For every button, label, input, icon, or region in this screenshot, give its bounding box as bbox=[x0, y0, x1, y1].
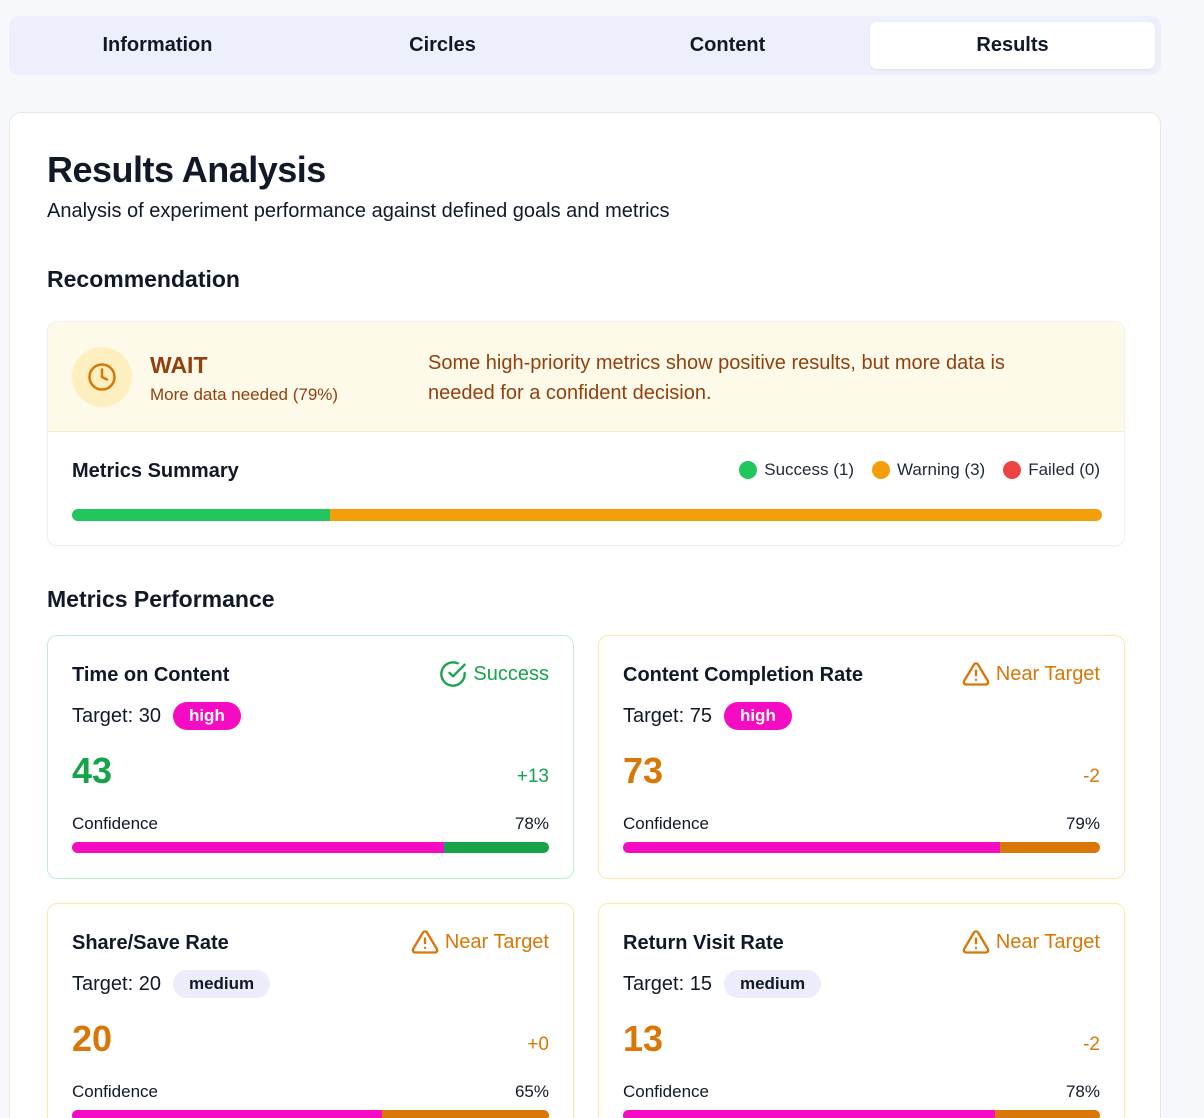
confidence-bar-rest bbox=[382, 1110, 549, 1118]
confidence-label: Confidence bbox=[623, 1082, 710, 1101]
recommendation-panel: WAIT More data needed (79%) Some high-pr… bbox=[47, 321, 1125, 546]
recommendation-message: Some high-priority metrics show positive… bbox=[428, 352, 1005, 404]
metric-target: Target: 20 medium bbox=[72, 970, 271, 998]
metric-status-label: Near Target bbox=[444, 930, 549, 953]
metric-card: Return Visit Rate Near Target Target: 15… bbox=[598, 903, 1125, 1118]
confidence-bar-rest bbox=[999, 842, 1100, 853]
metric-delta: +13 bbox=[516, 766, 549, 787]
metric-name: Return Visit Rate bbox=[623, 932, 784, 954]
metric-status: Success bbox=[439, 660, 549, 688]
confidence-label: Confidence bbox=[72, 1082, 159, 1101]
metric-status-label: Near Target bbox=[995, 662, 1100, 685]
metric-status: Near Target bbox=[962, 660, 1100, 688]
results-card: Results Analysis Analysis of experiment … bbox=[9, 112, 1161, 1118]
success-dot-icon bbox=[739, 461, 758, 479]
page-title: Results Analysis bbox=[47, 149, 326, 190]
metric-target-label: Target: 15 bbox=[623, 972, 712, 995]
confidence-bar bbox=[72, 842, 549, 853]
confidence-value: 79% bbox=[1065, 814, 1100, 833]
priority-badge: medium bbox=[723, 970, 822, 998]
warning-triangle-icon bbox=[962, 930, 990, 954]
confidence-value: 78% bbox=[1065, 1082, 1100, 1101]
confidence-bar-fill bbox=[623, 842, 1000, 853]
metrics-summary-bar bbox=[72, 509, 1102, 521]
confidence-label: Confidence bbox=[623, 814, 710, 833]
metric-value: 20 bbox=[72, 1018, 113, 1059]
confidence-bar-fill bbox=[72, 1110, 383, 1118]
priority-badge: medium bbox=[172, 970, 271, 998]
recommendation-heading: Recommendation bbox=[47, 266, 240, 292]
metric-status-label: Success bbox=[473, 662, 549, 685]
confidence-bar-fill bbox=[623, 1110, 996, 1118]
metric-delta: -2 bbox=[1083, 1034, 1100, 1055]
recommendation-banner: WAIT More data needed (79%) Some high-pr… bbox=[48, 322, 1124, 432]
metrics-summary-title: Metrics Summary bbox=[72, 460, 239, 482]
recommendation-status: WAIT bbox=[150, 352, 208, 378]
priority-badge: high bbox=[172, 702, 241, 730]
metric-target-label: Target: 20 bbox=[72, 972, 161, 995]
summary-legend: Success (1) Warning (3) Failed (0) bbox=[739, 460, 1100, 480]
recommendation-icon-wrap bbox=[72, 347, 132, 407]
metric-card: Time on Content Success Target: 30 high … bbox=[47, 635, 574, 879]
confidence-bar bbox=[623, 1110, 1100, 1118]
metric-status: Near Target bbox=[962, 928, 1100, 956]
metric-card: Share/Save Rate Near Target Target: 20 m… bbox=[47, 903, 574, 1118]
metric-delta: -2 bbox=[1083, 766, 1100, 787]
tab-results[interactable]: Results bbox=[870, 22, 1155, 69]
tab-information[interactable]: Information bbox=[15, 22, 300, 69]
confidence-bar bbox=[72, 1110, 549, 1118]
confidence-bar-fill bbox=[72, 842, 445, 853]
tab-content[interactable]: Content bbox=[585, 22, 870, 69]
priority-badge: high bbox=[723, 702, 792, 730]
metric-value: 43 bbox=[72, 750, 113, 791]
check-circle-icon bbox=[440, 661, 467, 687]
recommendation-sub: More data needed (79%) bbox=[150, 385, 339, 404]
metric-name: Content Completion Rate bbox=[623, 664, 863, 686]
warning-dot-icon bbox=[872, 461, 891, 479]
metric-name: Share/Save Rate bbox=[72, 932, 229, 954]
legend-warning-label: Warning (3) bbox=[897, 460, 986, 479]
summary-bar-warning bbox=[329, 509, 1102, 521]
metric-delta: +0 bbox=[527, 1034, 549, 1055]
legend-failed: Failed (0) bbox=[1003, 460, 1100, 480]
tab-circles[interactable]: Circles bbox=[300, 22, 585, 69]
legend-failed-label: Failed (0) bbox=[1028, 460, 1100, 479]
confidence-label: Confidence bbox=[72, 814, 159, 833]
metric-target: Target: 15 medium bbox=[623, 970, 822, 998]
metric-card: Content Completion Rate Near Target Targ… bbox=[598, 635, 1125, 879]
clock-icon bbox=[88, 363, 116, 391]
legend-warning: Warning (3) bbox=[872, 460, 985, 480]
metric-value: 13 bbox=[623, 1018, 664, 1059]
metric-status-label: Near Target bbox=[995, 930, 1100, 953]
confidence-bar-rest bbox=[444, 842, 549, 853]
warning-triangle-icon bbox=[962, 662, 990, 686]
summary-bar-success bbox=[72, 509, 330, 521]
confidence-bar-rest bbox=[995, 1110, 1100, 1118]
warning-triangle-icon bbox=[411, 930, 439, 954]
metric-target-label: Target: 75 bbox=[623, 704, 712, 727]
tab-bar: Information Circles Content Results bbox=[9, 16, 1161, 75]
confidence-value: 65% bbox=[514, 1082, 549, 1101]
legend-success-label: Success (1) bbox=[764, 460, 855, 479]
legend-success: Success (1) bbox=[739, 460, 854, 480]
metrics-performance-heading: Metrics Performance bbox=[47, 586, 275, 612]
metric-target: Target: 30 high bbox=[72, 702, 241, 730]
metric-target-label: Target: 30 bbox=[72, 704, 161, 727]
page-subtitle: Analysis of experiment performance again… bbox=[47, 200, 670, 222]
metric-name: Time on Content bbox=[72, 664, 230, 686]
metric-value: 73 bbox=[623, 750, 664, 791]
confidence-value: 78% bbox=[514, 814, 549, 833]
confidence-bar bbox=[623, 842, 1100, 853]
failed-dot-icon bbox=[1003, 461, 1022, 479]
metric-target: Target: 75 high bbox=[623, 702, 792, 730]
metric-status: Near Target bbox=[411, 928, 549, 956]
